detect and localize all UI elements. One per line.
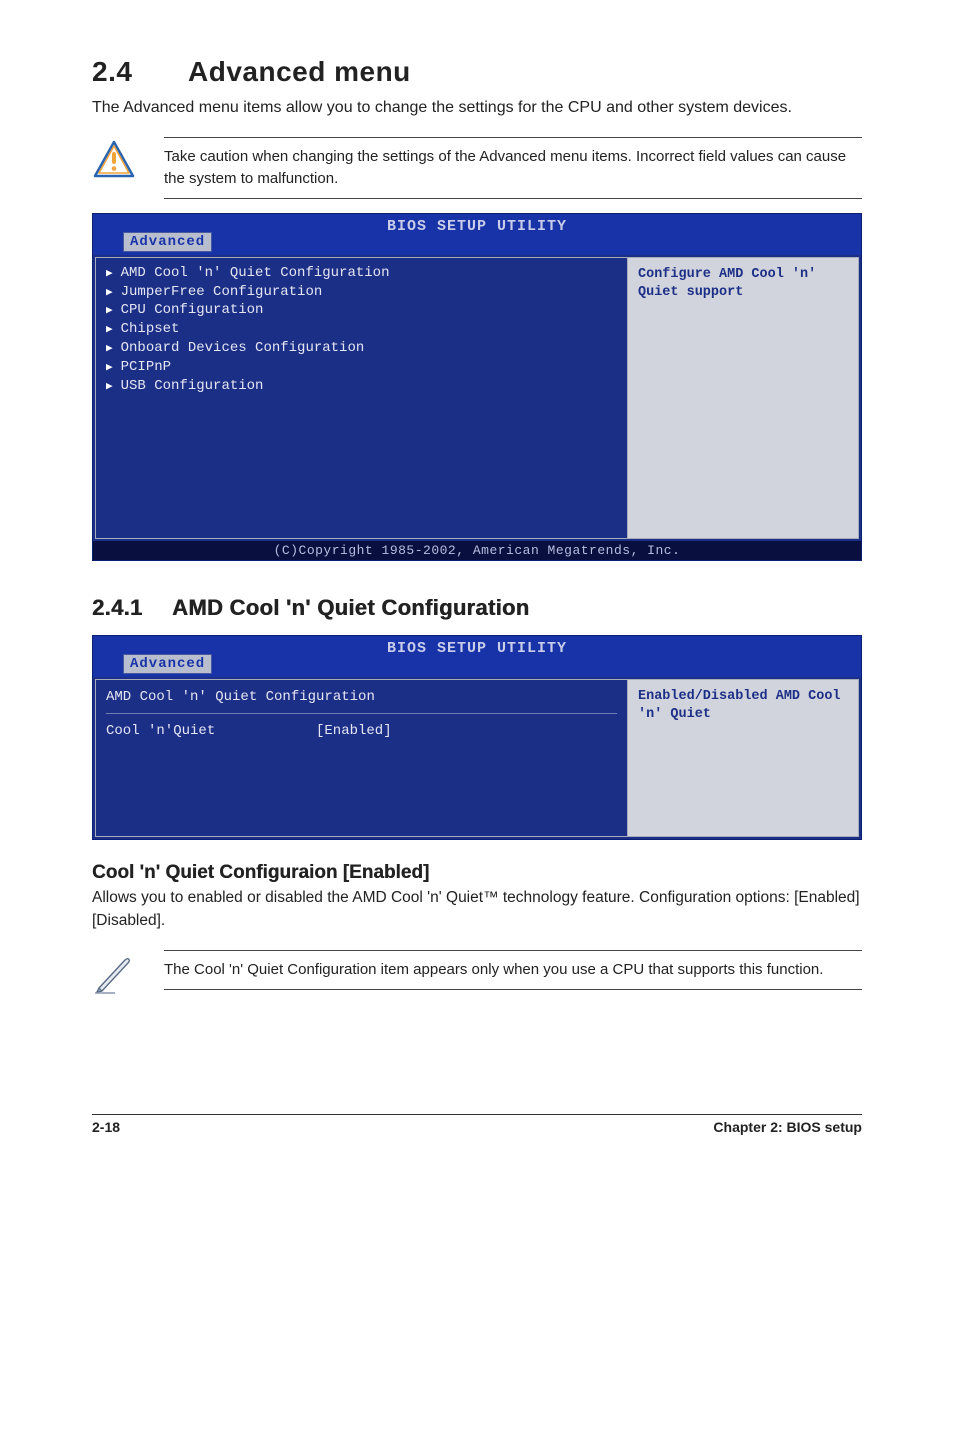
- option-body: Allows you to enabled or disabled the AM…: [92, 886, 862, 933]
- bios-section-title: AMD Cool 'n' Quiet Configuration: [106, 686, 617, 714]
- submenu-arrow-icon: ▶: [106, 380, 113, 395]
- page-number: 2-18: [92, 1119, 120, 1135]
- option-heading: Cool 'n' Quiet Configuraion [Enabled]: [92, 862, 862, 884]
- subsection-heading: 2.4.1AMD Cool 'n' Quiet Configuration: [92, 595, 862, 621]
- section-number: 2.4: [92, 56, 188, 88]
- submenu-arrow-icon: ▶: [106, 342, 113, 357]
- chapter-label: Chapter 2: BIOS setup: [713, 1119, 862, 1135]
- section-title: Advanced menu: [188, 56, 411, 87]
- bios-option-label: Cool 'n'Quiet: [106, 722, 316, 741]
- warning-callout: Take caution when changing the settings …: [92, 137, 862, 199]
- bios-option-value: [Enabled]: [316, 722, 392, 741]
- bios-help-panel: Configure AMD Cool 'n' Quiet support: [627, 257, 859, 539]
- note-icon: [92, 950, 136, 994]
- warning-text: Take caution when changing the settings …: [164, 137, 862, 199]
- bios-menu-item: ▶AMD Cool 'n' Quiet Configuration: [106, 264, 617, 283]
- subsection-number: 2.4.1: [92, 595, 172, 621]
- bios-title: BIOS SETUP UTILITY: [387, 218, 567, 235]
- bios-menu-item: ▶Chipset: [106, 320, 617, 339]
- note-text: The Cool 'n' Quiet Configuration item ap…: [164, 950, 862, 990]
- bios-option-row: Cool 'n'Quiet [Enabled]: [106, 722, 617, 741]
- bios-title: BIOS SETUP UTILITY: [387, 640, 567, 657]
- submenu-arrow-icon: ▶: [106, 286, 113, 301]
- submenu-arrow-icon: ▶: [106, 304, 113, 319]
- submenu-arrow-icon: ▶: [106, 323, 113, 338]
- bios-tab-advanced: Advanced: [123, 232, 212, 252]
- bios-screenshot-cnq: BIOS SETUP UTILITY Advanced AMD Cool 'n'…: [92, 635, 862, 840]
- bios-menu-item: ▶CPU Configuration: [106, 301, 617, 320]
- bios-menu-item: ▶JumperFree Configuration: [106, 283, 617, 302]
- submenu-arrow-icon: ▶: [106, 267, 113, 282]
- bios-key-hints: [638, 815, 848, 830]
- bios-help-panel: Enabled/Disabled AMD Cool 'n' Quiet: [627, 679, 859, 837]
- submenu-arrow-icon: ▶: [106, 361, 113, 376]
- bios-menu-left: AMD Cool 'n' Quiet Configuration Cool 'n…: [95, 679, 627, 837]
- bios-menu-left: ▶AMD Cool 'n' Quiet Configuration ▶Jumpe…: [95, 257, 627, 539]
- bios-copyright: (C)Copyright 1985-2002, American Megatre…: [93, 541, 861, 560]
- bios-menu-item: ▶PCIPnP: [106, 358, 617, 377]
- bios-menu-item: ▶USB Configuration: [106, 377, 617, 396]
- bios-screenshot-advanced: BIOS SETUP UTILITY Advanced ▶AMD Cool 'n…: [92, 213, 862, 561]
- page-footer: 2-18 Chapter 2: BIOS setup: [92, 1114, 862, 1153]
- intro-paragraph: The Advanced menu items allow you to cha…: [92, 96, 862, 119]
- bios-tab-advanced: Advanced: [123, 654, 212, 674]
- warning-icon: [92, 137, 136, 181]
- bios-menu-item: ▶Onboard Devices Configuration: [106, 339, 617, 358]
- note-callout: The Cool 'n' Quiet Configuration item ap…: [92, 950, 862, 994]
- section-heading: 2.4Advanced menu: [92, 56, 862, 88]
- subsection-title: AMD Cool 'n' Quiet Configuration: [172, 595, 529, 620]
